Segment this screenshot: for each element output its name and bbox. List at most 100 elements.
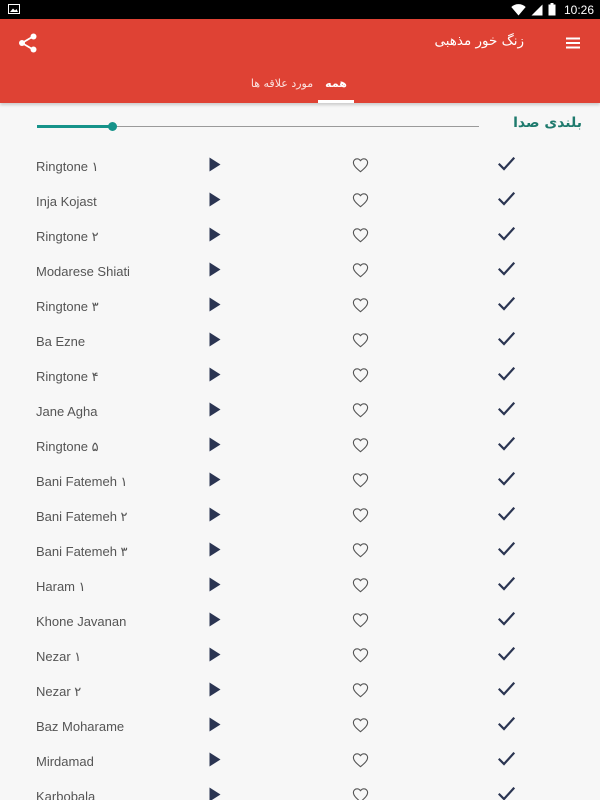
check-icon[interactable] [498,227,515,241]
play-icon[interactable] [209,682,221,697]
heart-icon[interactable] [352,157,369,173]
ringtone-name: Ringtone ۲ [36,229,99,244]
ringtone-row[interactable]: Bani Fatemeh ۲ [0,498,600,533]
check-icon[interactable] [498,542,515,556]
heart-icon[interactable] [352,332,369,348]
play-icon[interactable] [209,787,221,800]
app-title: زنگ خور مذهبی [434,33,524,49]
ringtone-name: Jane Agha [36,404,98,419]
ringtone-row[interactable]: Ba Ezne [0,323,600,358]
play-icon[interactable] [209,332,221,347]
check-icon[interactable] [498,297,515,311]
ringtone-row[interactable]: Ringtone ۴ [0,358,600,393]
share-icon[interactable] [17,32,39,54]
check-icon[interactable] [498,472,515,486]
heart-icon[interactable] [352,437,369,453]
ringtone-name: Mirdamad [36,754,94,769]
tab-favorites[interactable]: مورد علاقه ها [250,75,314,103]
ringtone-row[interactable]: Ringtone ۱ [0,148,600,183]
ringtone-row[interactable]: Bani Fatemeh ۱ [0,463,600,498]
ringtone-row[interactable]: Ringtone ۵ [0,428,600,463]
heart-icon[interactable] [352,577,369,593]
play-icon[interactable] [209,157,221,172]
play-icon[interactable] [209,297,221,312]
check-icon[interactable] [498,717,515,731]
menu-icon[interactable] [564,34,582,52]
volume-slider[interactable] [37,122,479,131]
play-icon[interactable] [209,507,221,522]
check-icon[interactable] [498,647,515,661]
ringtone-row[interactable]: Khone Javanan [0,603,600,638]
check-icon[interactable] [498,262,515,276]
ringtone-name: Bani Fatemeh ۳ [36,544,128,559]
tab-all[interactable]: همه [318,75,354,103]
heart-icon[interactable] [352,647,369,663]
ringtone-row[interactable]: Karbobala [0,778,600,800]
play-icon[interactable] [209,262,221,277]
app-bar: زنگ خور مذهبی همه مورد علاقه ها [0,19,600,103]
heart-icon[interactable] [352,297,369,313]
volume-fill [37,125,113,128]
wifi-icon [511,3,526,16]
heart-icon[interactable] [352,192,369,208]
play-icon[interactable] [209,437,221,452]
heart-icon[interactable] [352,717,369,733]
play-icon[interactable] [209,612,221,627]
heart-icon[interactable] [352,367,369,383]
check-icon[interactable] [498,682,515,696]
heart-icon[interactable] [352,542,369,558]
ringtone-row[interactable]: Ringtone ۲ [0,218,600,253]
play-icon[interactable] [209,752,221,767]
check-icon[interactable] [498,507,515,521]
ringtone-row[interactable]: Nezar ۲ [0,673,600,708]
ringtone-row[interactable]: Modarese Shiati [0,253,600,288]
ringtone-row[interactable]: Nezar ۱ [0,638,600,673]
volume-label: بلندی صدا [513,115,582,131]
ringtone-name: Nezar ۱ [36,649,82,664]
check-icon[interactable] [498,577,515,591]
check-icon[interactable] [498,787,515,800]
check-icon[interactable] [498,752,515,766]
play-icon[interactable] [209,577,221,592]
play-icon[interactable] [209,717,221,732]
play-icon[interactable] [209,472,221,487]
check-icon[interactable] [498,437,515,451]
heart-icon[interactable] [352,612,369,628]
check-icon[interactable] [498,367,515,381]
check-icon[interactable] [498,612,515,626]
heart-icon[interactable] [352,787,369,800]
battery-icon [548,3,556,16]
heart-icon[interactable] [352,507,369,523]
ringtone-name: Ringtone ۵ [36,439,99,454]
signal-icon [531,4,543,15]
ringtone-name: Haram ۱ [36,579,86,594]
check-icon[interactable] [498,157,515,171]
volume-thumb[interactable] [108,122,118,131]
heart-icon[interactable] [352,752,369,768]
play-icon[interactable] [209,402,221,417]
image-icon [8,4,20,14]
ringtone-row[interactable]: Haram ۱ [0,568,600,603]
ringtone-row[interactable]: Jane Agha [0,393,600,428]
ringtone-row[interactable]: Ringtone ۳ [0,288,600,323]
ringtone-row[interactable]: Inja Kojast [0,183,600,218]
ringtone-row[interactable]: Bani Fatemeh ۳ [0,533,600,568]
play-icon[interactable] [209,192,221,207]
check-icon[interactable] [498,192,515,206]
heart-icon[interactable] [352,472,369,488]
ringtone-row[interactable]: Baz Moharame [0,708,600,743]
play-icon[interactable] [209,542,221,557]
ringtone-row[interactable]: Mirdamad [0,743,600,778]
play-icon[interactable] [209,367,221,382]
ringtone-name: Bani Fatemeh ۲ [36,509,128,524]
ringtone-name: Inja Kojast [36,194,97,209]
heart-icon[interactable] [352,402,369,418]
heart-icon[interactable] [352,227,369,243]
heart-icon[interactable] [352,682,369,698]
check-icon[interactable] [498,332,515,346]
play-icon[interactable] [209,647,221,662]
heart-icon[interactable] [352,262,369,278]
ringtone-name: Baz Moharame [36,719,125,734]
play-icon[interactable] [209,227,221,242]
check-icon[interactable] [498,402,515,416]
